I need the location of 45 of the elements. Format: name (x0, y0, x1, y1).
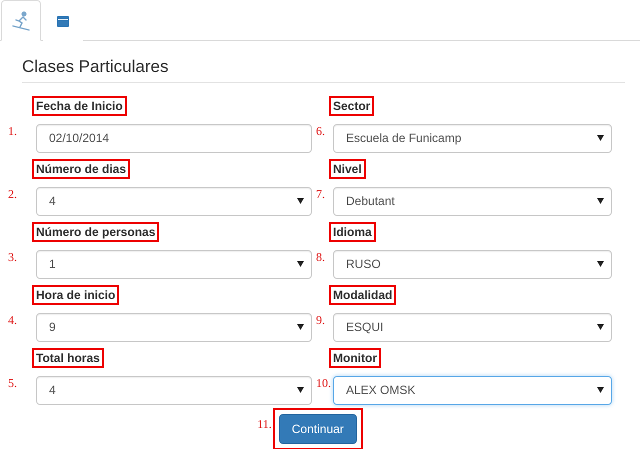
caret-icon (597, 135, 604, 141)
step-number: 3. (8, 250, 17, 264)
step-number: 8. (316, 250, 325, 264)
step-number: 10. (316, 376, 331, 390)
tab[interactable] (1, 0, 41, 41)
select-field[interactable]: Escuela de Funicamp (333, 124, 612, 152)
select-field[interactable]: 4 (36, 376, 312, 404)
caret-icon (597, 261, 604, 267)
caret-icon (597, 387, 604, 393)
step-number: 11. (257, 417, 272, 432)
field-label: Número de dias (32, 159, 130, 179)
caret-icon (297, 324, 304, 330)
calendar-icon (57, 14, 69, 26)
select-field[interactable]: ESQUI (333, 312, 612, 342)
step-number: 7. (316, 186, 325, 202)
field-label: Número de personas (32, 222, 160, 242)
skier-icon (11, 10, 31, 30)
continue-button[interactable]: Continuar (278, 414, 357, 444)
field-label: Modalidad (329, 285, 396, 305)
caret-icon (597, 198, 604, 204)
caret-icon (297, 261, 304, 267)
field-label: Sector (329, 96, 374, 116)
select-field[interactable]: 9 (36, 312, 312, 342)
step-number: 1. (8, 124, 17, 138)
caret-icon (297, 198, 304, 204)
field-label: Hora de inicio (32, 285, 120, 305)
field-label: Monitor (329, 348, 381, 368)
section-title: Clases Particulares (22, 57, 625, 83)
step-number: 2. (8, 186, 17, 202)
field-label: Total horas (32, 348, 104, 368)
step-number: 4. (8, 312, 17, 328)
caret-icon (297, 387, 304, 393)
field-label: Nivel (329, 159, 366, 179)
step-number: 9. (316, 312, 325, 328)
date-field[interactable]: 02/10/2014 (36, 124, 312, 152)
select-field[interactable]: ALEX OMSK (333, 376, 612, 404)
field-label: Idioma (329, 222, 376, 242)
step-number: 5. (8, 376, 17, 390)
select-field[interactable]: 1 (36, 250, 312, 278)
select-field[interactable]: Debutant (333, 186, 612, 216)
field-label: Fecha de Inicio (32, 96, 127, 116)
select-field[interactable]: RUSO (333, 250, 612, 278)
caret-icon (597, 324, 604, 330)
select-field[interactable]: 4 (36, 186, 312, 216)
step-number: 6. (316, 124, 325, 138)
